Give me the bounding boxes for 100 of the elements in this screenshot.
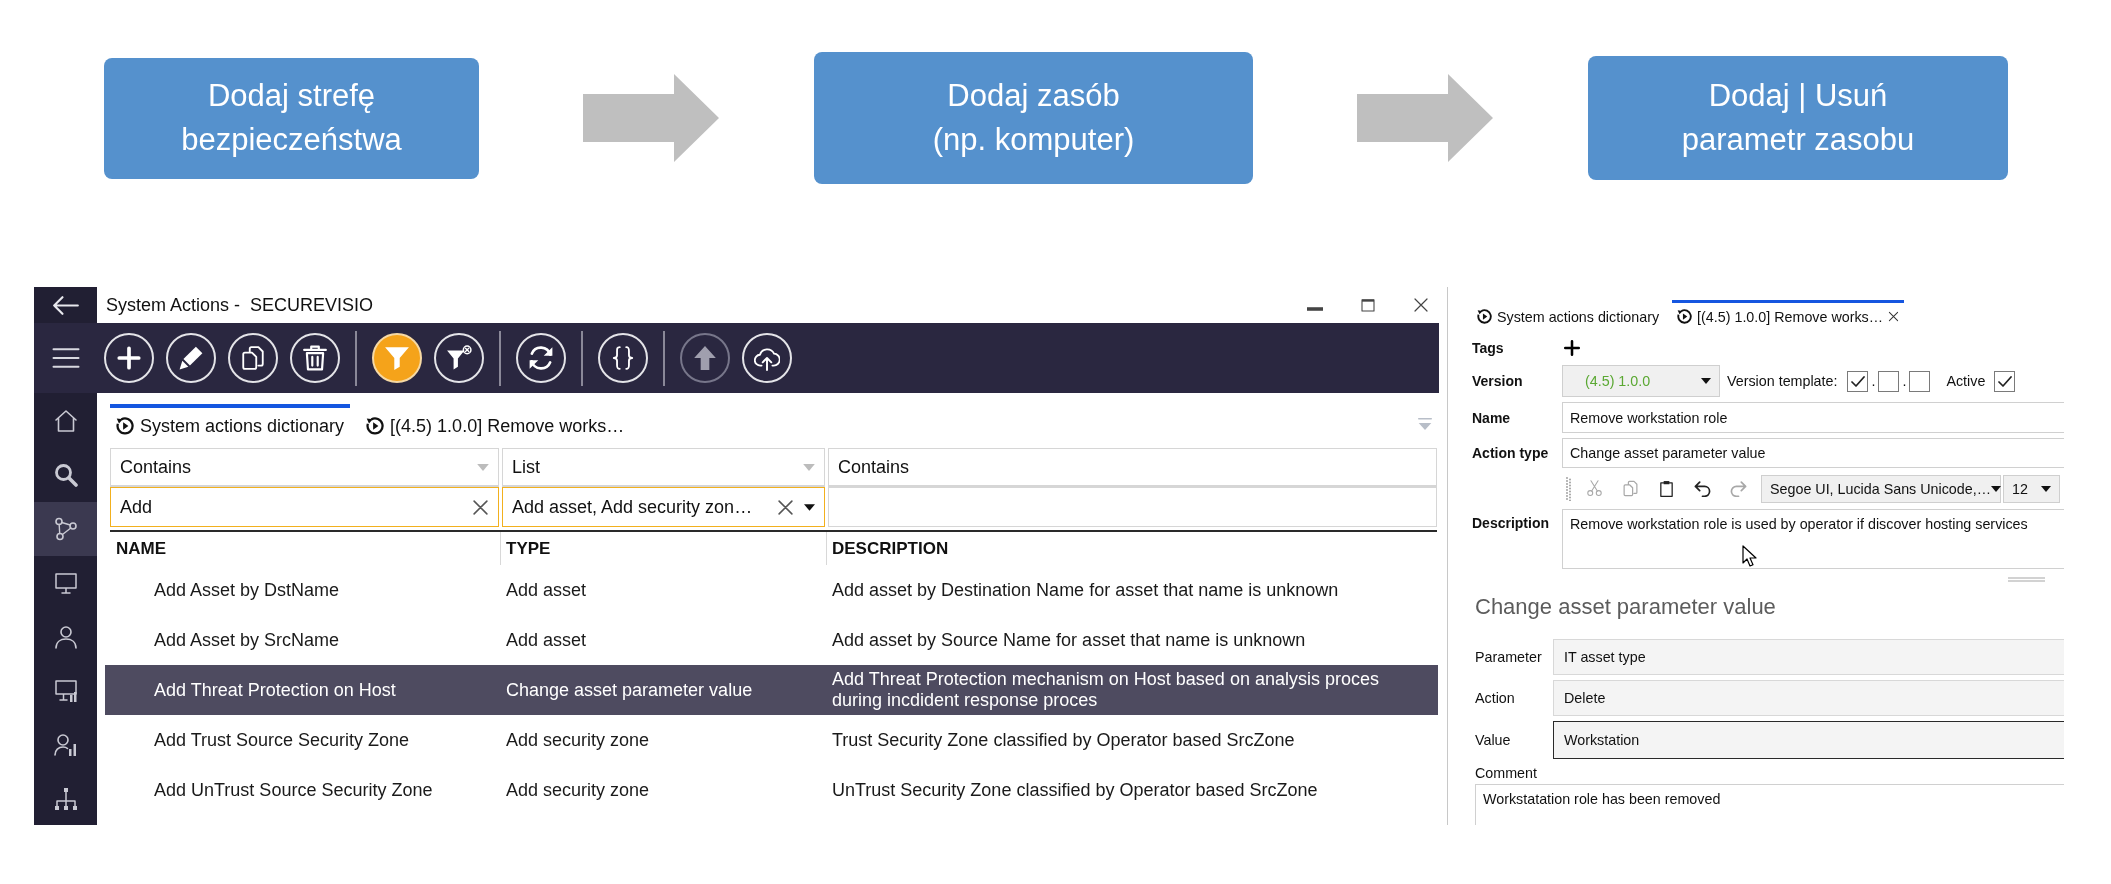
refresh-icon	[528, 345, 554, 371]
edit-button[interactable]	[166, 333, 216, 383]
trash-icon	[302, 345, 328, 371]
column-header[interactable]: TYPE	[500, 532, 826, 565]
table-cell-text: Add security zone	[505, 729, 651, 751]
field-label: Parameter	[1475, 649, 1543, 665]
menu-button[interactable]	[34, 323, 97, 393]
table-row[interactable]: Add Asset by SrcName Add asset Add asset by Source Name for asset that name is unknown	[105, 615, 1438, 665]
field-label: Active	[1946, 373, 1986, 389]
window-title: System Actions - SECUREVISIO	[106, 294, 374, 316]
table-row[interactable]: Add UnTrust Source Security Zone Add security zone UnTrust Security Zone classified by Operator based SrcZone	[105, 765, 1438, 815]
table-cell-text: Add asset by Destination Name for asset that name is unknown	[831, 579, 1340, 601]
field-label: Action	[1475, 690, 1516, 706]
clear-filter-button[interactable]	[434, 333, 484, 383]
field-label: Comment	[1475, 764, 1538, 782]
table-row[interactable]: Add Threat Protection on Host Change asset parameter value Add Threat Protection mechanism on Host based on analysis proces during incdident response proces	[105, 665, 1438, 715]
refresh-button[interactable]	[516, 333, 566, 383]
clear-icon[interactable]	[777, 498, 794, 516]
parameter-field[interactable]: IT asset type	[1553, 639, 2064, 675]
operator-dropdown[interactable]: Contains	[110, 448, 499, 487]
separator-text: .	[1871, 373, 1876, 389]
font-size-dropdown[interactable]: 12	[2003, 474, 2060, 503]
close-icon[interactable]	[1888, 311, 1900, 322]
field-label: Value	[1475, 732, 1512, 748]
operator-dropdown[interactable]: List	[502, 448, 825, 487]
home-icon	[53, 409, 78, 433]
field-label: Tags	[1472, 339, 1505, 356]
clear-icon[interactable]	[472, 498, 489, 516]
field-label: Description	[1472, 514, 1550, 531]
network-icon	[53, 517, 78, 541]
filter-button[interactable]	[372, 333, 422, 383]
checkbox[interactable]	[1994, 370, 2016, 392]
checkbox[interactable]	[1878, 370, 1900, 392]
back-button[interactable]	[34, 287, 97, 323]
field-label: Version template:	[1727, 373, 1838, 389]
checkbox[interactable]	[1909, 370, 1931, 392]
minimize-icon	[1307, 307, 1323, 311]
cloud-upload-icon	[754, 345, 780, 371]
plus-icon[interactable]	[1563, 338, 1581, 357]
filter-field[interactable]: Add	[110, 487, 499, 527]
search-icon	[53, 463, 78, 487]
funnel-icon	[384, 345, 410, 371]
menu-icon	[51, 348, 80, 368]
name-field[interactable]: Remove workstation role	[1562, 402, 2064, 433]
resize-grip-icon[interactable]	[2008, 577, 2045, 582]
cloud-upload-button[interactable]	[742, 333, 792, 383]
caret-icon	[803, 463, 815, 471]
table-cell-text: UnTrust Security Zone classified by Operator based SrcZone	[831, 779, 1319, 801]
filter-field[interactable]: Add asset, Add security zon…	[502, 487, 825, 527]
play-circle-icon	[1477, 309, 1492, 324]
maximize-icon	[1360, 297, 1376, 313]
checkbox[interactable]	[1847, 370, 1869, 392]
operator-dropdown[interactable]: Contains	[828, 448, 1437, 487]
section-title: Change asset parameter value	[1475, 593, 1777, 621]
tab[interactable]: [(4.5) 1.0.0] Remove works…	[1672, 300, 1905, 330]
undo-icon	[1693, 480, 1711, 497]
table-cell-text: Add Trust Source Security Zone	[153, 729, 411, 751]
copy-icon	[1621, 480, 1639, 497]
copy-button[interactable]	[228, 333, 278, 383]
font-dropdown[interactable]: Segoe UI, Lucida Sans Unicode,…	[1761, 474, 2001, 503]
separator-text: .	[1902, 373, 1907, 389]
description-field[interactable]: Remove workstation role is used by operator if discover hosting services	[1562, 509, 2064, 569]
caret-icon[interactable]	[804, 503, 815, 511]
action-type-field[interactable]: Change asset parameter value	[1562, 438, 2064, 468]
cursor-icon	[1742, 545, 1757, 567]
tab[interactable]: System actions dictionary	[110, 404, 351, 444]
scissors-icon	[1585, 480, 1603, 497]
play-circle-icon	[366, 417, 385, 435]
caret-icon	[477, 463, 489, 471]
column-header[interactable]: DESCRIPTION	[826, 532, 1437, 565]
table-row[interactable]: Add Asset by DstName Add asset Add asset by Destination Name for asset that name is unknown	[105, 565, 1438, 615]
parameter-field[interactable]: Delete	[1553, 680, 2064, 716]
nav-button[interactable]	[34, 502, 97, 556]
tab[interactable]: [(4.5) 1.0.0] Remove works…	[360, 404, 631, 444]
table-cell-text: Add asset	[505, 579, 588, 601]
flow-step: Dodaj | Usuń parametr zasobu	[1588, 56, 2008, 180]
braces-icon	[610, 345, 636, 371]
user-chart-icon	[53, 733, 78, 757]
table-cell-text: Add Asset by DstName	[153, 579, 341, 601]
table-row[interactable]: Add Trust Source Security Zone Add security zone Trust Security Zone classified by Operator based SrcZone	[105, 715, 1438, 765]
table-cell-text: Change asset parameter value	[505, 679, 754, 701]
back-arrow-icon	[52, 295, 79, 315]
filter-field[interactable]	[828, 487, 1437, 527]
add-button[interactable]	[104, 333, 154, 383]
table-cell-text: Add asset by Source Name for asset that name is unknown	[831, 629, 1307, 651]
play-circle-icon	[1677, 309, 1693, 324]
check-icon	[1997, 375, 2012, 387]
tab[interactable]: System actions dictionary	[1472, 300, 1665, 330]
column-header[interactable]: NAME	[110, 532, 500, 565]
grip-icon[interactable]	[1566, 476, 1571, 501]
delete-button[interactable]	[290, 333, 340, 383]
close-icon	[1413, 297, 1429, 313]
code-button[interactable]	[598, 333, 648, 383]
comment-field[interactable]: Workstatation role has been removed	[1475, 784, 2064, 825]
caret-icon	[1701, 378, 1711, 384]
check-icon	[1850, 375, 1865, 387]
table-cell-text: Add asset	[505, 629, 588, 651]
parameter-field[interactable]: Workstation	[1553, 721, 2064, 759]
field-label: Action type	[1472, 445, 1550, 461]
copy-icon	[240, 345, 266, 371]
